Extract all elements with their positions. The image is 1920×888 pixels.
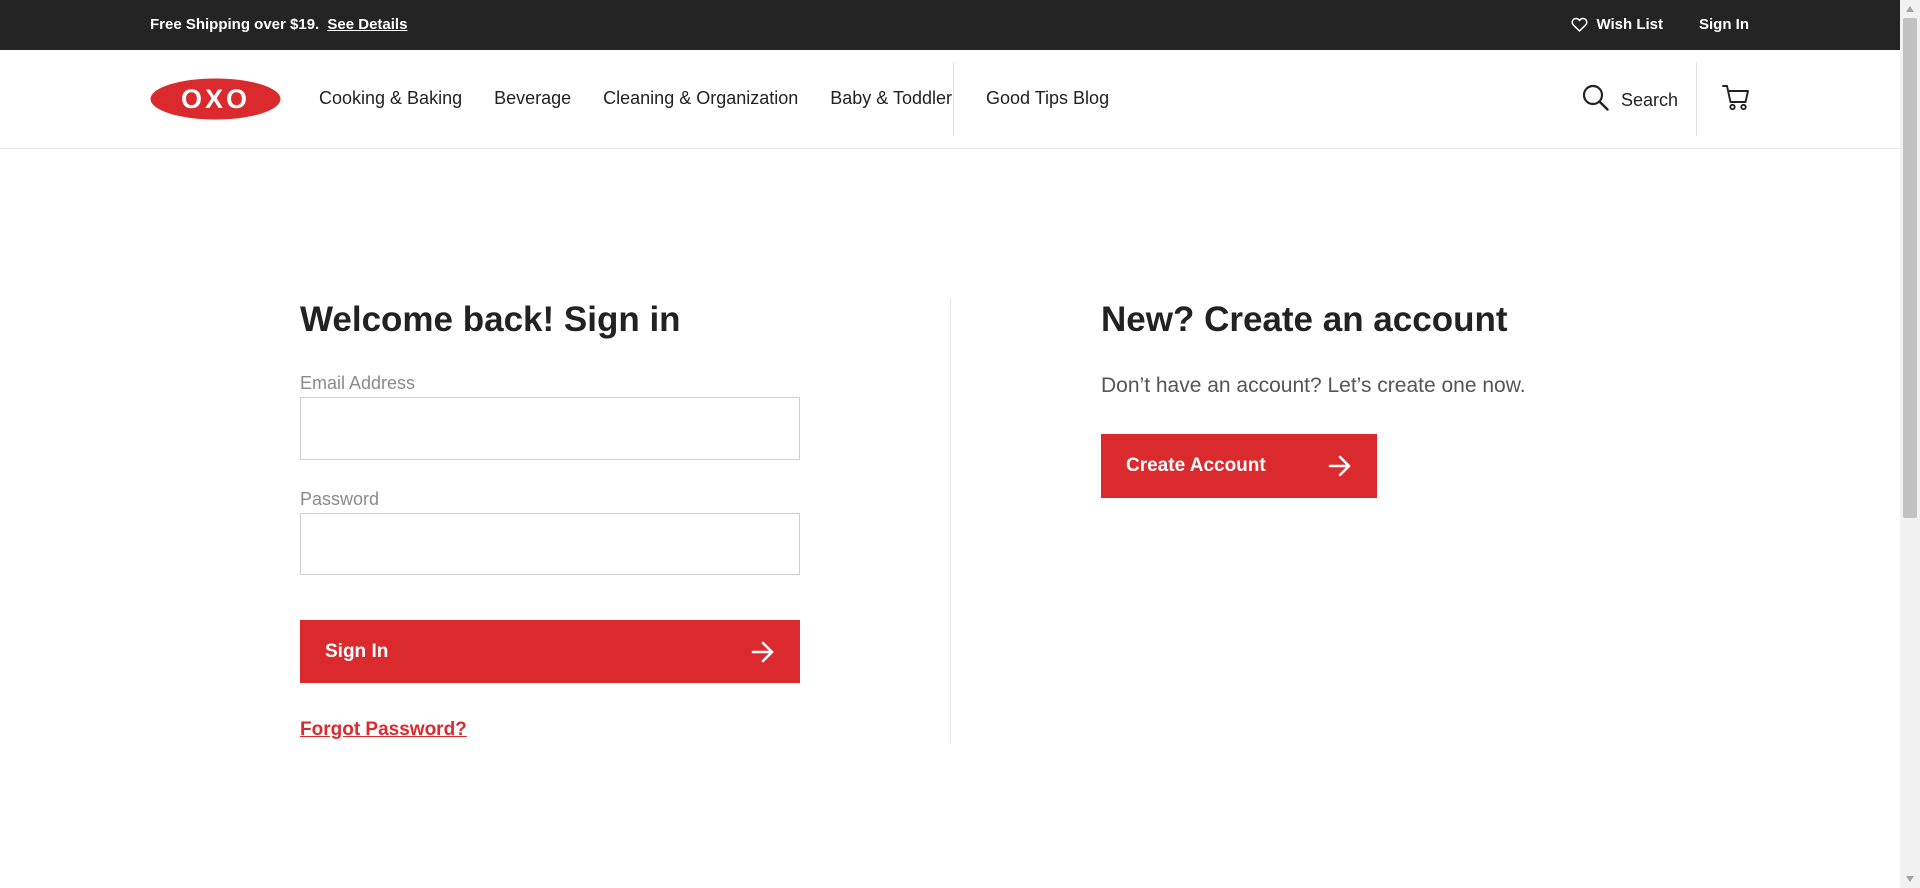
announcement-bar: Free Shipping over $19. See Details Wish…: [0, 0, 1900, 50]
oxo-logo[interactable]: OXO: [150, 78, 281, 120]
create-account-button-label: Create Account: [1126, 455, 1266, 476]
email-label: Email Address: [300, 373, 416, 393]
heart-icon: [1571, 17, 1588, 32]
signin-link[interactable]: Sign In: [1699, 16, 1749, 33]
scroll-up-arrow[interactable]: [1906, 6, 1914, 12]
nav-beverage[interactable]: Beverage: [494, 88, 571, 109]
cart-icon: [1722, 85, 1750, 115]
signin-button-label: Sign In: [325, 640, 389, 662]
logo-text: OXO: [181, 84, 250, 114]
cart-button[interactable]: [1722, 84, 1750, 116]
create-account-button[interactable]: Create Account: [1101, 434, 1377, 498]
signin-title: Welcome back! Sign in: [300, 300, 681, 339]
see-details-link[interactable]: See Details: [327, 16, 407, 33]
nav-cleaning-organization[interactable]: Cleaning & Organization: [603, 88, 798, 109]
create-title: New? Create an account: [1101, 300, 1508, 339]
search-label: Search: [1621, 89, 1679, 110]
search-button[interactable]: Search: [1582, 84, 1678, 116]
scroll-down-arrow[interactable]: [1906, 876, 1914, 882]
password-field[interactable]: [300, 513, 800, 575]
signin-button[interactable]: Sign In: [300, 620, 800, 683]
create-description: Don’t have an account? Let’s create one …: [1101, 374, 1526, 397]
nav-baby-toddler[interactable]: Baby & Toddler: [830, 88, 952, 109]
promo-text: Free Shipping over $19.: [150, 16, 320, 33]
scrollbar[interactable]: [1900, 0, 1920, 888]
arrow-right-icon: [751, 641, 775, 663]
nav-divider: [953, 62, 954, 136]
main-nav: Cooking & Baking Beverage Cleaning & Org…: [319, 88, 984, 109]
forgot-password-link[interactable]: Forgot Password?: [300, 719, 467, 741]
signin-link-label: Sign In: [1699, 16, 1749, 33]
header-divider: [1696, 62, 1697, 136]
promo-message: Free Shipping over $19. See Details: [150, 16, 407, 33]
nav-cooking-baking[interactable]: Cooking & Baking: [319, 88, 462, 109]
wishlist-link[interactable]: Wish List: [1571, 16, 1663, 33]
page: Free Shipping over $19. See Details Wish…: [0, 0, 1900, 888]
password-label: Password: [300, 489, 380, 509]
nav-good-tips-blog[interactable]: Good Tips Blog: [986, 88, 1109, 109]
arrow-right-icon: [1328, 455, 1352, 477]
email-field[interactable]: [300, 397, 800, 460]
search-icon: [1582, 84, 1609, 116]
scrollbar-thumb[interactable]: [1903, 18, 1917, 518]
wishlist-label: Wish List: [1596, 16, 1663, 33]
main-header: OXO Cooking & Baking Beverage Cleaning &…: [0, 50, 1900, 149]
section-divider: [950, 298, 951, 744]
utility-links: Wish List Sign In: [1571, 16, 1749, 33]
